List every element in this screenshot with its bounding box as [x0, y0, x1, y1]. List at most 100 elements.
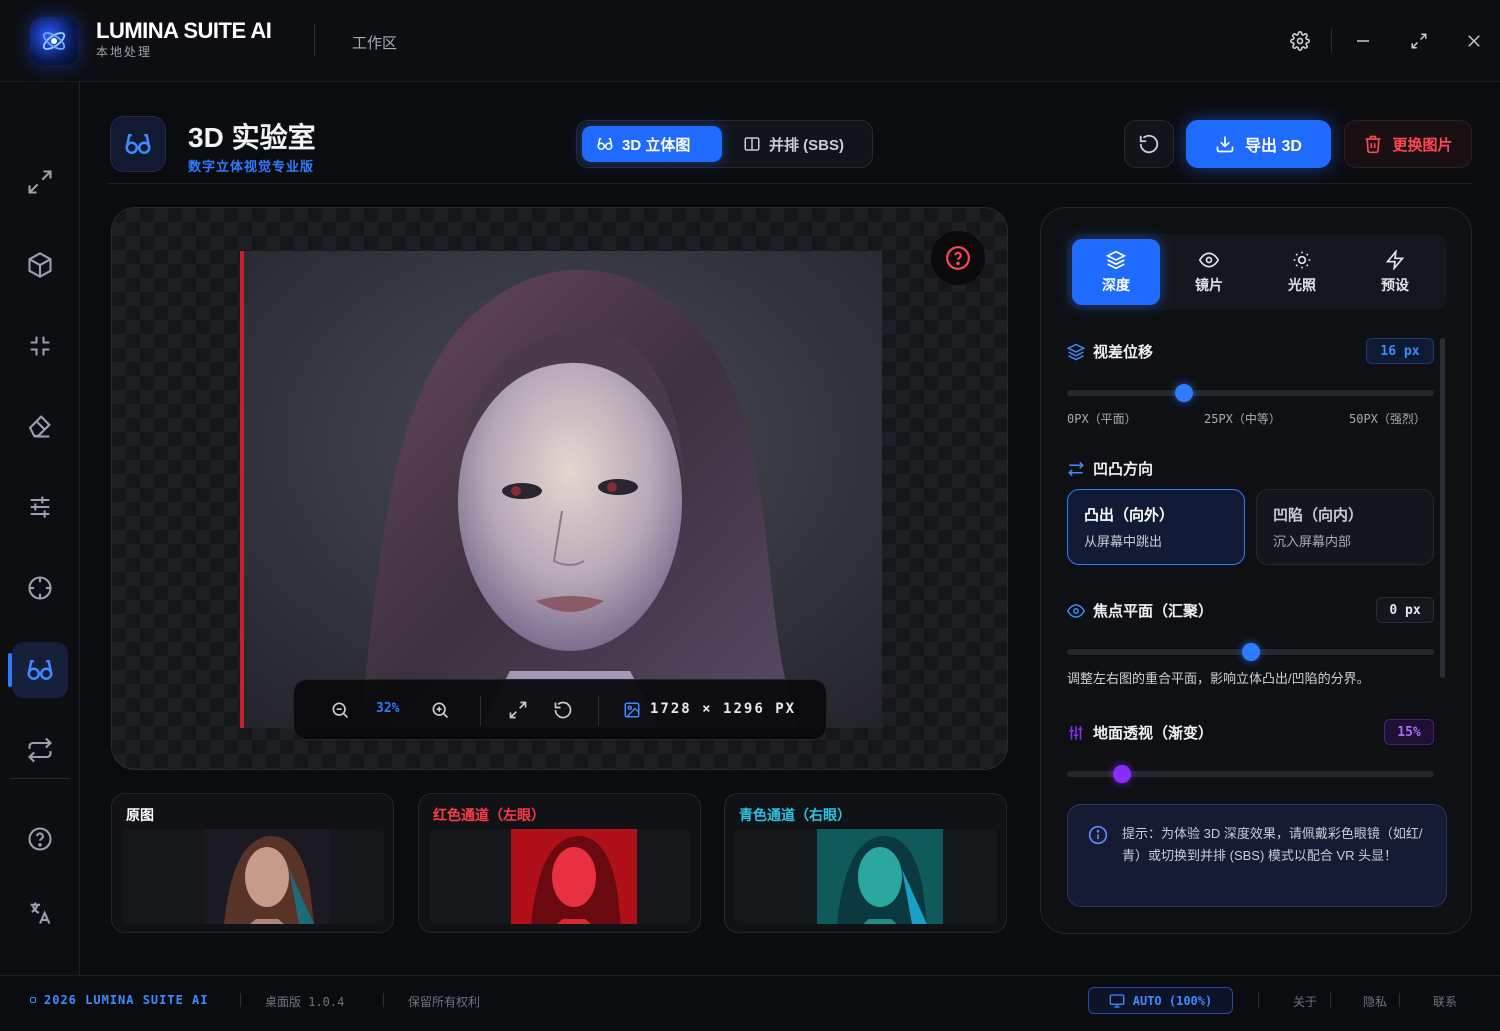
ground-slider[interactable]: [1067, 765, 1434, 783]
hint-text: 提示：为体验 3D 深度效果，请佩戴彩色眼镜（如红/青）或切换到并排 (SBS)…: [1122, 826, 1423, 863]
footer-brand: 2026 LUMINA SUITE AI: [30, 993, 209, 1007]
panel-tabs: 深度 镜片 光照 预设: [1067, 234, 1447, 310]
glasses-3d-icon: [597, 138, 613, 150]
sidebar-item-compress[interactable]: [12, 318, 68, 374]
sidebar-item-language[interactable]: [12, 885, 68, 941]
tab-label: 深度: [1102, 276, 1130, 293]
sliders-icon: [30, 496, 50, 518]
zoom-in-icon: [432, 702, 449, 719]
status-bar: 2026 LUMINA SUITE AI 桌面版 1.0.4 保留所有权利 AU…: [0, 975, 1500, 1031]
zoom-in-button[interactable]: [428, 698, 452, 722]
sidebar-item-target[interactable]: [12, 560, 68, 616]
focal-slider[interactable]: [1067, 643, 1434, 661]
tab-lighting[interactable]: 光照: [1258, 239, 1346, 305]
parallax-slider-handle[interactable]: [1175, 384, 1194, 402]
glasses-3d-icon: [125, 134, 151, 154]
thumbnail-label: 原图: [126, 807, 154, 823]
crosshair-icon: [28, 576, 52, 600]
swap-icon: [28, 737, 52, 763]
direction-label: 凹凸方向: [1093, 461, 1154, 478]
thumbnail-frame: [122, 829, 384, 924]
original-image: [204, 829, 330, 924]
anaglyph-preview-image: [240, 251, 882, 728]
fit-screen-button[interactable]: [506, 698, 530, 722]
footer-link-about[interactable]: 关于: [1293, 993, 1317, 1010]
sidebar-item-3d-lab[interactable]: [12, 642, 68, 698]
sidebar-item-adjust[interactable]: [12, 479, 68, 535]
thumbnail-red-channel[interactable]: 红色通道（左眼）: [418, 793, 701, 933]
parallax-label: 视差位移: [1093, 344, 1154, 361]
image-height: 1296: [723, 701, 765, 717]
tab-lens[interactable]: 镜片: [1165, 239, 1253, 305]
divider: [1399, 993, 1400, 1007]
option-subtitle: 沉入屏幕内部: [1273, 534, 1352, 549]
canvas-help-button[interactable]: [931, 231, 985, 285]
thumbnail-cyan-channel[interactable]: 青色通道（右眼）: [724, 793, 1007, 933]
focal-slider-handle[interactable]: [1241, 643, 1260, 661]
sun-icon: [1293, 251, 1311, 268]
eraser-icon: [28, 415, 51, 438]
direction-option-sink-in[interactable]: 凹陷（向内） 沉入屏幕内部: [1256, 489, 1434, 565]
glasses-3d-icon: [27, 660, 53, 680]
export-3d-button[interactable]: 导出 3D: [1186, 120, 1331, 168]
focal-description: 调整左右图的重合平面，影响立体凸出/凹陷的分界。: [1067, 671, 1370, 686]
direction-section-label: 凹凸方向: [1067, 458, 1153, 479]
replace-image-button[interactable]: 更换图片: [1344, 120, 1472, 168]
footer-link-contact[interactable]: 联系: [1433, 993, 1457, 1010]
compress-icon: [30, 336, 50, 356]
page-title: 3D 实验室: [188, 122, 316, 153]
minimize-button[interactable]: [1350, 28, 1376, 54]
sidebar-item-help[interactable]: [12, 811, 68, 867]
cube-icon: [28, 252, 52, 278]
image-canvas[interactable]: 32% 1728 × 1296 PX: [111, 207, 1008, 770]
reset-button[interactable]: [1124, 120, 1174, 168]
undo-icon: [1139, 134, 1159, 154]
direction-option-pop-out[interactable]: 凸出（向外） 从屏幕中跳出: [1067, 489, 1245, 565]
title-bar: LUMINA SUITE AI 本地处理 工作区: [0, 0, 1500, 82]
ground-slider-handle[interactable]: [1113, 765, 1132, 783]
display-scale: AUTO (100%): [1132, 993, 1213, 1008]
lab-icon-badge: [110, 116, 166, 172]
expand-icon: [509, 701, 527, 719]
rotate-icon: [554, 701, 572, 719]
download-icon: [1216, 136, 1234, 153]
workspace-menu[interactable]: 工作区: [352, 32, 397, 53]
option-subtitle: 从屏幕中跳出: [1084, 534, 1163, 549]
portrait-thumb: [204, 829, 330, 924]
tab-depth[interactable]: 深度: [1072, 239, 1160, 305]
ground-value: 15%: [1384, 719, 1434, 745]
help-icon: [28, 827, 52, 851]
portrait-thumb-red: [511, 829, 637, 924]
tab-presets[interactable]: 预设: [1351, 239, 1439, 305]
display-scale-button[interactable]: AUTO (100%): [1088, 987, 1233, 1014]
cyan-channel-image: [817, 829, 943, 924]
close-button[interactable]: [1461, 28, 1487, 54]
layers-icon: [1067, 343, 1085, 360]
divider: [1330, 993, 1331, 1007]
expand-icon: [28, 170, 52, 194]
zoom-out-button[interactable]: [328, 698, 352, 722]
divider: [10, 778, 70, 779]
sidebar-item-swap[interactable]: [12, 722, 68, 778]
mode-switch: 3D 立体图 并排 (SBS): [576, 120, 873, 168]
tab-side-by-side[interactable]: 并排 (SBS): [729, 126, 869, 162]
thumbnail-frame: [429, 829, 691, 924]
tab-anaglyph[interactable]: 3D 立体图: [582, 126, 722, 162]
sidebar-item-eraser[interactable]: [12, 398, 68, 454]
sidebar-item-3d-model[interactable]: [12, 237, 68, 293]
sidebar-item-expand[interactable]: [12, 154, 68, 210]
rotate-button[interactable]: [551, 698, 575, 722]
tab-label: 预设: [1381, 276, 1409, 293]
focal-value: 0 px: [1376, 597, 1434, 623]
trash-icon: [1365, 135, 1381, 154]
settings-button[interactable]: [1287, 28, 1313, 54]
divider: [598, 696, 599, 726]
footer-link-privacy[interactable]: 隐私: [1363, 993, 1387, 1010]
maximize-button[interactable]: [1406, 28, 1432, 54]
portrait-thumb-cyan: [817, 829, 943, 924]
red-channel-edge: [240, 251, 244, 728]
thumbnail-original[interactable]: 原图: [111, 793, 394, 933]
settings-panel: 深度 镜片 光照 预设 视差位移 16 px 0PX（平面） 25PX（中等） …: [1040, 207, 1472, 934]
parallax-slider[interactable]: [1067, 384, 1434, 402]
panel-scrollbar[interactable]: [1440, 338, 1445, 678]
